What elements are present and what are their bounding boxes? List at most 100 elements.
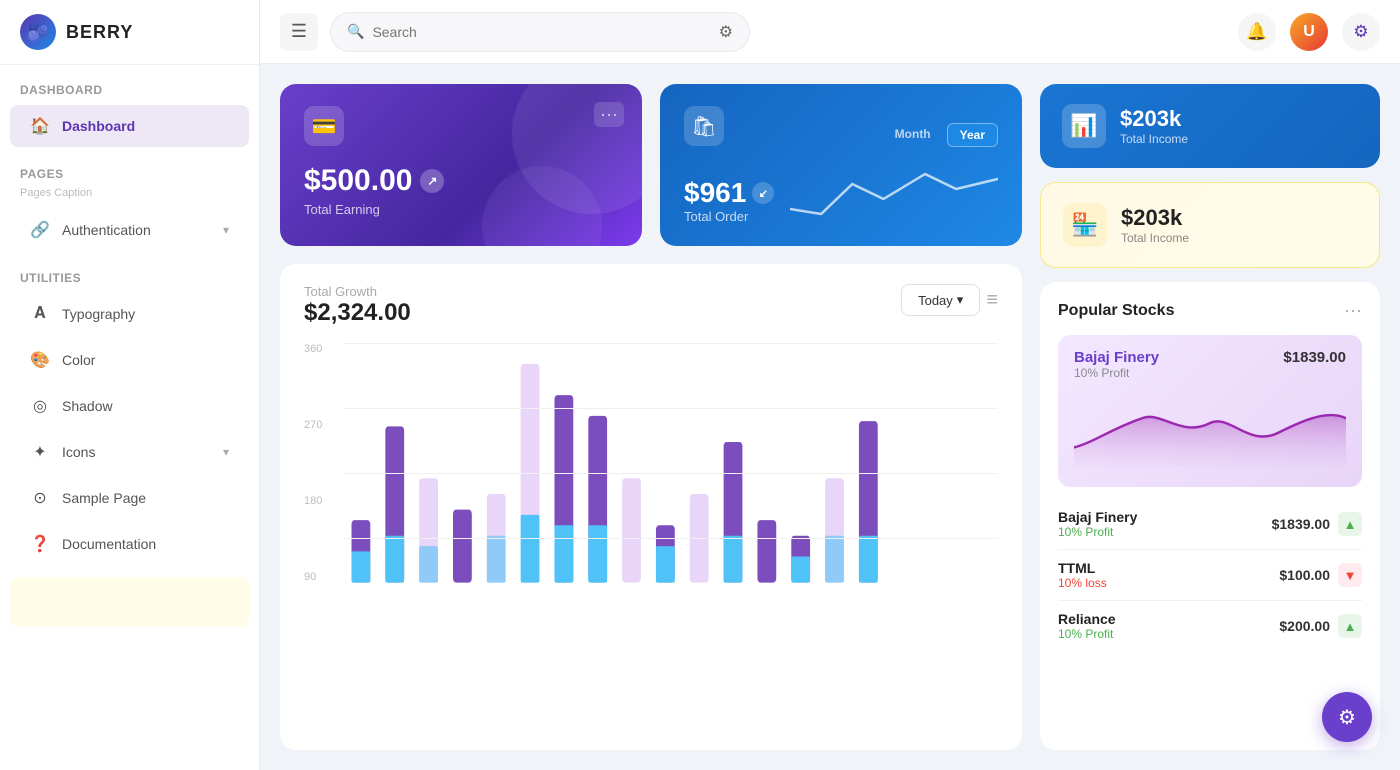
bar-12-teal: [724, 536, 743, 583]
tab-month[interactable]: Month: [883, 123, 943, 147]
icons-icon: ✦: [30, 442, 50, 462]
typography-icon: 𝐀: [30, 304, 50, 324]
order-amount-value: $961: [684, 177, 746, 209]
stock-row-1-name: Bajaj Finery: [1058, 509, 1264, 525]
notification-icon: 🔔: [1246, 22, 1267, 42]
pages-caption: Pages Caption: [0, 187, 259, 207]
y-label-360: 360: [304, 343, 322, 355]
chevron-down-icon: ▾: [223, 223, 229, 237]
bar-14-teal: [791, 557, 810, 583]
notification-button[interactable]: 🔔: [1238, 13, 1276, 51]
topbar-right: 🔔 U ⚙: [1238, 13, 1380, 51]
search-icon: 🔍: [347, 23, 364, 40]
cards-row: ··· 💳 $500.00 ↗ Total Earning 🛍: [280, 84, 1022, 246]
earning-icon-box: 💳: [304, 106, 344, 146]
stocks-header: Popular Stocks ···: [1058, 300, 1362, 321]
featured-stock-price: $1839.00: [1283, 349, 1346, 366]
earning-card-menu[interactable]: ···: [594, 102, 624, 127]
stock-row-1: Bajaj Finery 10% Profit $1839.00 ▲: [1058, 499, 1362, 550]
stocks-menu-icon[interactable]: ···: [1344, 300, 1362, 321]
settings-icon: ⚙: [1353, 22, 1368, 42]
sidebar-item-shadow-label: Shadow: [62, 398, 113, 414]
featured-stock-card: Bajaj Finery 10% Profit $1839.00: [1058, 335, 1362, 487]
settings-button[interactable]: ⚙: [1342, 13, 1380, 51]
filter-icon[interactable]: ⚙: [719, 22, 733, 42]
logo-emoji: 🫐: [27, 22, 49, 43]
sidebar-item-authentication[interactable]: 🔗 Authentication ▾: [10, 209, 249, 251]
sample-page-icon: ⊙: [30, 488, 50, 508]
content-right: 📊 $203k Total Income 🏪 $203k Total Incom…: [1040, 84, 1380, 750]
topbar: ☰ 🔍 ⚙ 🔔 U ⚙: [260, 0, 1400, 64]
sidebar-item-sample-page-label: Sample Page: [62, 490, 146, 506]
sidebar-item-color-label: Color: [62, 352, 95, 368]
featured-stock-name: Bajaj Finery: [1074, 349, 1159, 366]
content-left: ··· 💳 $500.00 ↗ Total Earning 🛍: [280, 84, 1022, 750]
stock-row-3-info: Reliance 10% Profit: [1058, 611, 1271, 641]
stock-row-2-price: $100.00: [1279, 567, 1330, 583]
income-card-blue: 📊 $203k Total Income: [1040, 84, 1380, 168]
sidebar-item-icons[interactable]: ✦ Icons ▾: [10, 431, 249, 473]
bar-15-blue: [825, 536, 844, 583]
sidebar-item-sample-page[interactable]: ⊙ Sample Page: [10, 477, 249, 519]
order-icon: 🛍: [691, 114, 716, 139]
sidebar-item-documentation-label: Documentation: [62, 536, 156, 552]
bar-3-blue: [419, 546, 438, 582]
stock-row-2: TTML 10% loss $100.00 ▼: [1058, 550, 1362, 601]
logo-icon: 🫐: [20, 14, 56, 50]
sidebar-item-color[interactable]: 🎨 Color: [10, 339, 249, 381]
section-pages-label: Pages: [0, 149, 259, 187]
sidebar-item-typography[interactable]: 𝐀 Typography: [10, 293, 249, 335]
documentation-icon: ❓: [30, 534, 50, 554]
grid-line-360: [344, 343, 998, 344]
bar-chart-svg: [344, 343, 998, 593]
order-label: Total Order: [684, 209, 774, 224]
y-label-90: 90: [304, 571, 322, 583]
income-blue-icon-box: 📊: [1062, 104, 1106, 148]
search-input[interactable]: [372, 24, 710, 40]
dashboard-icon: 🏠: [30, 116, 50, 136]
floating-settings-icon: ⚙: [1338, 705, 1356, 730]
bar-13-purple: [757, 520, 776, 583]
growth-right: Today ▾ ≡: [901, 284, 998, 316]
chart-menu-icon[interactable]: ≡: [986, 289, 998, 312]
stock-row-1-change: 10% Profit: [1058, 525, 1264, 539]
bar-9-light: [622, 478, 641, 582]
stock-row-3-badge: ▲: [1338, 614, 1362, 638]
sidebar-item-dashboard[interactable]: 🏠 Dashboard: [10, 105, 249, 147]
stock-row-2-badge: ▼: [1338, 563, 1362, 587]
earning-card: ··· 💳 $500.00 ↗ Total Earning: [280, 84, 642, 246]
income-yellow-text: $203k Total Income: [1121, 205, 1189, 245]
stock-row-3: Reliance 10% Profit $200.00 ▲: [1058, 601, 1362, 651]
sidebar-item-documentation[interactable]: ❓ Documentation: [10, 523, 249, 565]
income-yellow-label: Total Income: [1121, 231, 1189, 245]
search-bar[interactable]: 🔍 ⚙: [330, 12, 750, 52]
tab-year[interactable]: Year: [947, 123, 998, 147]
grid-line-90: [344, 538, 998, 539]
order-card-bottom: $961 ↙ Total Order: [684, 164, 998, 224]
income-yellow-icon: 🏪: [1071, 212, 1098, 238]
bar-10-teal: [656, 546, 675, 582]
stock-row-1-price: $1839.00: [1272, 516, 1330, 532]
floating-settings-button[interactable]: ⚙: [1322, 692, 1372, 742]
featured-stock-info: Bajaj Finery 10% Profit: [1074, 349, 1159, 380]
menu-button[interactable]: ☰: [280, 13, 318, 51]
sidebar-item-shadow[interactable]: ◎ Shadow: [10, 385, 249, 427]
earning-amount-value: $500.00: [304, 164, 412, 198]
stock-row-3-change: 10% Profit: [1058, 627, 1271, 641]
income-yellow-icon-box: 🏪: [1063, 203, 1107, 247]
today-btn-label: Today: [918, 293, 953, 308]
sidebar-item-authentication-label: Authentication: [62, 222, 151, 238]
app-name: BERRY: [66, 22, 133, 43]
y-axis: 360 270 180 90: [304, 343, 322, 583]
order-amount: $961 ↙: [684, 177, 774, 209]
featured-stock-mini-chart: [1074, 388, 1346, 468]
order-icon-box: 🛍: [684, 106, 724, 146]
earning-arrow-icon: ↗: [420, 169, 444, 193]
income-blue-amount: $203k: [1120, 106, 1188, 132]
logo-area: 🫐 BERRY: [0, 0, 259, 65]
stock-row-3-name: Reliance: [1058, 611, 1271, 627]
today-button[interactable]: Today ▾: [901, 284, 980, 316]
growth-label: Total Growth: [304, 284, 411, 299]
stock-row-1-badge: ▲: [1338, 512, 1362, 536]
avatar[interactable]: U: [1290, 13, 1328, 51]
